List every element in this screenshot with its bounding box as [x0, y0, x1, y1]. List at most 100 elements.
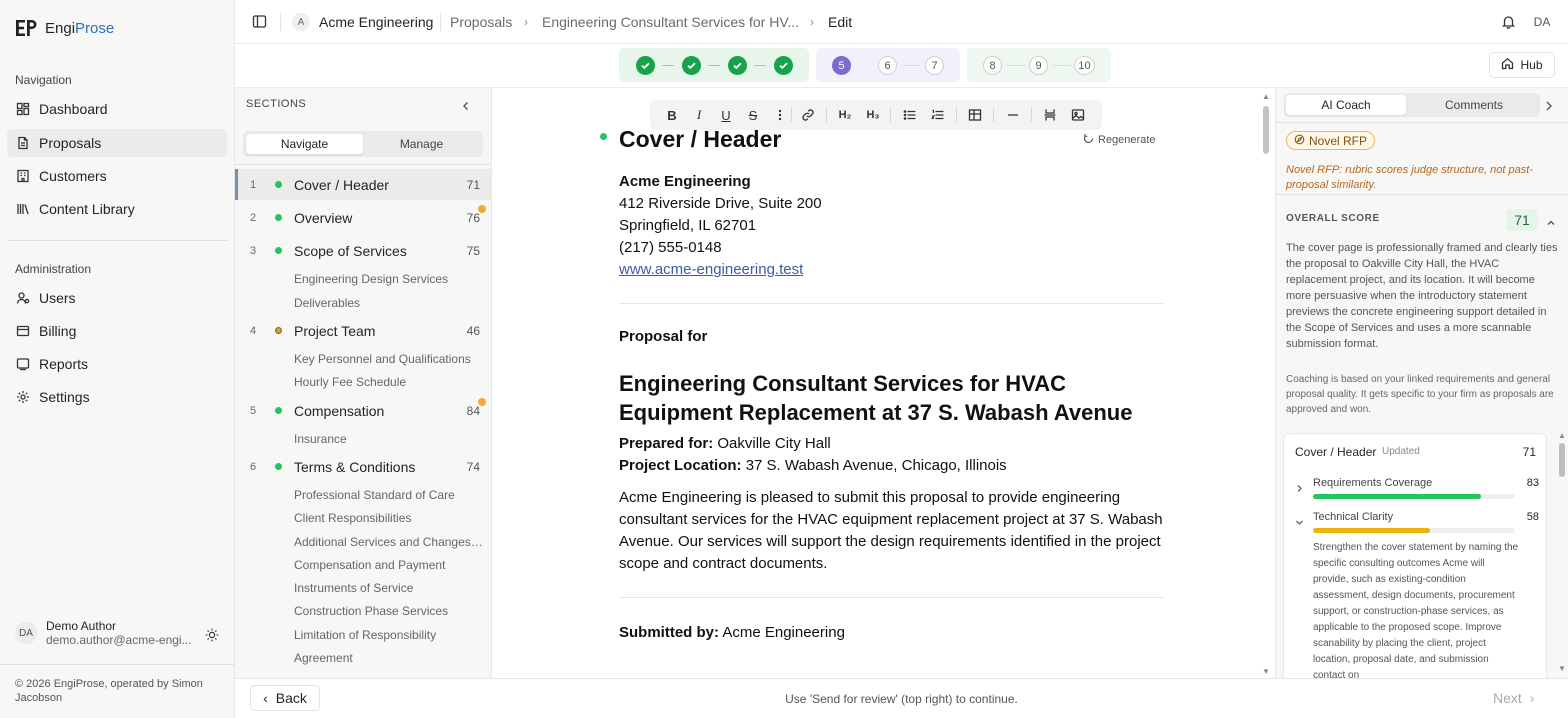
step-4[interactable]: [774, 56, 793, 75]
step-5[interactable]: 5: [832, 56, 851, 75]
subsection-item[interactable]: Additional Services and Changes ...: [294, 535, 484, 549]
project-title: Engineering Consultant Services for HVAC…: [619, 371, 1133, 425]
bullet-list-icon[interactable]: [902, 107, 918, 123]
step-10[interactable]: 10: [1074, 56, 1095, 75]
toolbar-divider: [1031, 108, 1032, 122]
subsection-item[interactable]: Insurance: [294, 432, 484, 446]
numbered-list-icon[interactable]: [930, 107, 946, 123]
tab-manage[interactable]: Manage: [363, 134, 480, 154]
tab-ai-coach[interactable]: AI Coach: [1286, 95, 1406, 115]
nav-item-users[interactable]: Users: [7, 284, 227, 312]
address-line-2: Springfield, IL 62701: [619, 217, 757, 234]
section-item-project-team[interactable]: 4 Project Team 46: [235, 315, 491, 346]
subsection-item[interactable]: Engineering Design Services: [294, 272, 484, 286]
bold-icon[interactable]: B: [664, 107, 680, 123]
subsection-item[interactable]: Limitation of Responsibility: [294, 628, 484, 642]
strikethrough-icon[interactable]: S: [745, 107, 761, 123]
website-link[interactable]: www.acme-engineering.test: [619, 259, 1164, 281]
step-connector: [1007, 65, 1025, 66]
prepared-for-line: Prepared for: Oakville City Hall: [619, 433, 1164, 455]
subsection-item[interactable]: Agreement: [294, 651, 484, 665]
scroll-up-icon[interactable]: ▲: [1262, 92, 1270, 101]
scrollbar-thumb[interactable]: [1559, 443, 1565, 477]
nav-item-label: Dashboard: [39, 101, 108, 117]
coach-divider: [1276, 194, 1568, 195]
hub-button[interactable]: Hub: [1489, 52, 1555, 78]
link-icon[interactable]: [800, 107, 816, 123]
criterion-progress-fill: [1313, 494, 1481, 499]
nav-item-proposals[interactable]: Proposals: [7, 129, 227, 157]
theme-toggle-sun-icon[interactable]: [205, 628, 219, 642]
section-item-terms[interactable]: 6 Terms & Conditions 74: [235, 451, 491, 482]
subsection-item[interactable]: Compensation and Payment: [294, 558, 484, 572]
section-item-overview[interactable]: 2 Overview 76: [235, 202, 491, 233]
section-score: 76: [466, 210, 480, 225]
document-content[interactable]: Cover / Header Acme Engineering 412 Rive…: [619, 126, 1164, 644]
heading-3-icon[interactable]: H₃: [864, 107, 882, 123]
project-location-value: 37 S. Wabash Avenue, Chicago, Illinois: [745, 457, 1007, 474]
brand[interactable]: EngiProse: [15, 18, 114, 38]
nav-item-billing[interactable]: Billing: [7, 317, 227, 345]
step-8[interactable]: 8: [983, 56, 1002, 75]
editor-scrollbar[interactable]: ▲ ▼: [1262, 92, 1270, 677]
chevron-up-icon[interactable]: [1546, 215, 1556, 225]
italic-icon[interactable]: I: [691, 107, 707, 123]
coach-scrollbar[interactable]: ▲ ▼: [1558, 431, 1566, 674]
nav-item-customers[interactable]: Customers: [7, 162, 227, 190]
nav-item-dashboard[interactable]: Dashboard: [7, 95, 227, 123]
section-number: 5: [250, 404, 257, 417]
image-icon[interactable]: [1070, 107, 1086, 123]
avatar[interactable]: DA: [1531, 12, 1553, 32]
subsection-item[interactable]: Deliverables: [294, 296, 484, 310]
subsection-item[interactable]: Hourly Fee Schedule: [294, 375, 484, 389]
scrollbar-thumb[interactable]: [1263, 106, 1269, 154]
tab-navigate[interactable]: Navigate: [246, 134, 363, 154]
section-item-compensation[interactable]: 5 Compensation 84: [235, 395, 491, 426]
nav-item-content-library[interactable]: Content Library: [7, 195, 227, 223]
next-button[interactable]: Next ›: [1493, 690, 1534, 706]
chevron-right-icon[interactable]: [1544, 99, 1554, 111]
criterion-technical-clarity[interactable]: Technical Clarity 58: [1295, 511, 1539, 537]
sidebar-toggle-icon[interactable]: [252, 14, 267, 29]
page-break-icon[interactable]: [1042, 107, 1058, 123]
continue-hint: Use 'Send for review' (top right) to con…: [785, 692, 1018, 706]
tab-comments[interactable]: Comments: [1414, 95, 1534, 115]
section-item-cover-header[interactable]: 1 Cover / Header 71: [235, 169, 491, 200]
subsection-item[interactable]: Client Responsibilities: [294, 511, 484, 525]
step-6[interactable]: 6: [878, 56, 897, 75]
scroll-down-icon[interactable]: ▼: [1558, 664, 1566, 673]
nav-item-settings[interactable]: Settings: [7, 383, 227, 411]
step-9[interactable]: 9: [1029, 56, 1048, 75]
more-vertical-icon[interactable]: [772, 107, 788, 123]
subsection-item[interactable]: Instruments of Service: [294, 581, 484, 595]
step-3[interactable]: [728, 56, 747, 75]
subsection-item[interactable]: Key Personnel and Qualifications: [294, 352, 484, 366]
step-1[interactable]: [636, 56, 655, 75]
underline-icon[interactable]: U: [718, 107, 734, 123]
subsection-item[interactable]: Professional Standard of Care: [294, 488, 484, 502]
subsection-item[interactable]: Construction Phase Services: [294, 604, 484, 618]
breadcrumb-proposals[interactable]: Proposals: [450, 14, 512, 30]
nav-item-reports[interactable]: Reports: [7, 350, 227, 378]
card-updated-label: Updated: [1382, 446, 1420, 457]
step-7[interactable]: 7: [925, 56, 944, 75]
scroll-down-icon[interactable]: ▼: [1262, 667, 1270, 676]
breadcrumb-proposal[interactable]: Engineering Consultant Services for HV..…: [542, 14, 799, 30]
section-item-scope[interactable]: 3 Scope of Services 75: [235, 235, 491, 266]
heading-2-icon[interactable]: H₂: [836, 107, 854, 123]
criterion-score: 58: [1526, 511, 1539, 523]
notification-badge: [478, 205, 486, 213]
breadcrumb-org[interactable]: Acme Engineering: [319, 14, 433, 30]
collapse-chevron-left-icon[interactable]: [460, 99, 472, 111]
chevron-right-icon: ›: [524, 15, 528, 29]
user-profile[interactable]: DA Demo Author demo.author@acme-engi...: [15, 619, 225, 647]
step-2[interactable]: [682, 56, 701, 75]
table-icon[interactable]: [967, 107, 983, 123]
scroll-up-icon[interactable]: ▲: [1558, 431, 1566, 440]
horizontal-rule-icon[interactable]: [1005, 107, 1021, 123]
section-label: Project Team: [294, 322, 376, 339]
bell-icon[interactable]: [1501, 14, 1516, 29]
criterion-requirements-coverage[interactable]: Requirements Coverage 83: [1295, 477, 1539, 503]
section-score-card: Cover / Header Updated 71 Requirements C…: [1283, 433, 1547, 678]
divider: [619, 303, 1164, 304]
